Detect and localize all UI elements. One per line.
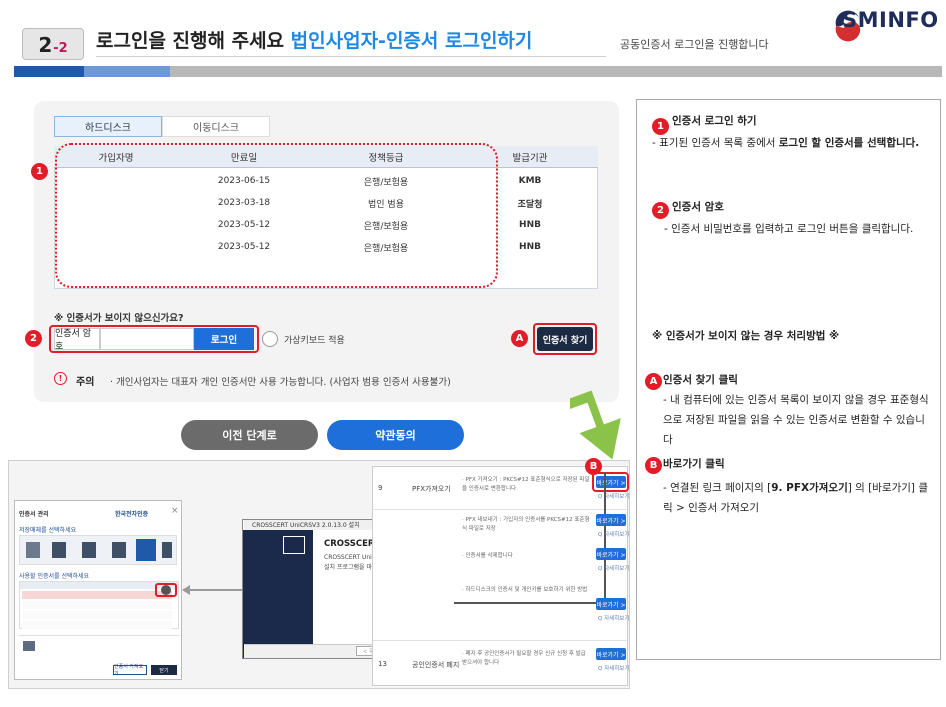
step-sub-number: -2: [53, 41, 68, 56]
cert-detail: [19, 635, 179, 655]
cert-manager-brand: 한국전자인증: [115, 511, 149, 518]
progress-bar-mid: [84, 66, 170, 77]
info-marker-b: B: [645, 457, 662, 474]
shortcut-button[interactable]: 바로가기 >: [596, 598, 626, 610]
cert-missing-question: ※ 인증서가 보이지 않으신가요?: [54, 313, 184, 324]
marker-1: 1: [31, 163, 48, 180]
tool-row-desc: · 하드디스크의 인증서 및 개인키를 보호하기 위한 방법: [462, 587, 588, 593]
detail-link[interactable]: Q 자세히보기: [598, 564, 629, 572]
marker-2: 2: [25, 330, 42, 347]
cert-manager-title: 인증서 관리: [19, 511, 49, 518]
notice-title: 주의: [76, 377, 95, 388]
tool-row-desc: · PFX 가져오기 : PKCS#12 표준형식으로 저장된 파일을 인증서로…: [462, 477, 590, 492]
tab-harddisk[interactable]: 하드디스크: [54, 116, 162, 137]
browser-storage-icon[interactable]: [136, 539, 156, 561]
info-marker-2: 2: [652, 202, 669, 219]
removable-icon[interactable]: [52, 542, 66, 558]
media-selector: [19, 535, 177, 565]
detail-link[interactable]: Q 자세히보기: [598, 664, 629, 672]
cert-section-title: 사용할 인증서를 선택하세요: [19, 573, 90, 580]
title-underline: [96, 56, 606, 57]
cert-list-mini-row[interactable]: [22, 591, 172, 599]
cert-list-mini-row[interactable]: [22, 621, 172, 629]
cert-list-highlight: [55, 143, 498, 288]
login-button[interactable]: 로그인: [194, 328, 254, 350]
media-section-title: 저장매체를 선택하세요: [19, 527, 77, 534]
virtual-keyboard-label: 가상키보드 적용: [284, 336, 345, 346]
dialog-close-button[interactable]: 닫기: [151, 665, 177, 675]
stepB-text-pre: - 연결된 링크 페이지의 [: [663, 482, 772, 494]
notice-text: · 개인사업자는 대표자 개인 인증서만 사용 가능합니다. (사업자 범용 인…: [110, 377, 451, 388]
cert-icon: [23, 641, 35, 651]
password-label: 인증서 암호: [54, 328, 100, 352]
tool-row-name: 공인인증서 폐지: [412, 661, 460, 669]
marker-b: B: [585, 458, 602, 475]
step1-title: 인증서 로그인 하기: [672, 115, 757, 127]
password-input[interactable]: [100, 328, 194, 350]
import-icon[interactable]: [161, 585, 171, 595]
stepB-text-bold: 9. PFX가져오기: [771, 482, 848, 494]
title-main: 로그인을 진행해 주세요: [96, 30, 285, 52]
logo-text: SMINFO: [842, 8, 939, 32]
step-number: 2: [38, 33, 53, 57]
stepA-text: - 내 컴퓨터에 있는 인증서 목록이 보이지 않을 경우 표준형식으로 저장된…: [663, 394, 929, 446]
tool-row-desc: · 폐지 후 공인인증서가 필요할 경우 신규 신청 후 발급받으셔야 합니다: [462, 651, 586, 666]
shortcut-button[interactable]: 바로가기 >: [596, 648, 626, 660]
step1-text-pre: - 표기된 인증서 목록 중에서: [652, 137, 779, 149]
find-cert-button[interactable]: 인증서 찾기: [537, 327, 593, 351]
tool-row-num: 13: [378, 660, 387, 668]
step2-text: - 인증서 비밀번호를 입력하고 로그인 버튼을 클릭합니다.: [664, 223, 914, 235]
title-accent: 법인사업자-인증서 로그인하기: [290, 30, 533, 52]
warning-icon: !: [54, 372, 67, 385]
detail-link[interactable]: Q 자세히보기: [598, 530, 629, 538]
step1-text-bold: 로그인 할 인증서를 선택합니다.: [778, 137, 920, 149]
shortcut-button[interactable]: 바로가기 >: [596, 548, 626, 560]
tool-row-num: 9: [378, 484, 383, 492]
phone-icon[interactable]: [162, 542, 172, 558]
tool-row-name: PFX가져오기: [412, 485, 451, 493]
page-subtitle: 공동인증서 로그인을 진행합니다: [620, 38, 769, 51]
progress-bar-rest: [170, 66, 942, 77]
cert-manager-dialog: 인증서 관리 한국전자인증 × 저장매체를 선택하세요 사용할 인증서를 선택하…: [14, 500, 182, 680]
connector-arrow-icon: [182, 585, 190, 595]
shortcut-highlight: [592, 472, 629, 492]
close-icon[interactable]: ×: [171, 506, 179, 516]
step-badge: 2 -2: [22, 28, 84, 60]
info-marker-a: A: [645, 373, 662, 390]
step1-text: - 표기된 인증서 목록 중에서 로그인 할 인증서를 선택합니다.: [652, 133, 922, 153]
detail-link[interactable]: Q 자세히보기: [598, 492, 629, 500]
detail-link[interactable]: Q 자세히보기: [598, 614, 629, 622]
tool-row-desc: · 인증서를 삭제합니다: [462, 553, 513, 559]
terms-agree-button[interactable]: 약관동의: [327, 420, 464, 450]
stepB-title: 바로가기 클릭: [663, 458, 725, 470]
stepA-title: 인증서 찾기 클릭: [663, 374, 738, 386]
down-arrow-icon: [570, 390, 621, 460]
missing-cert-notice: ※ 인증서가 보이지 않는 경우 처리방법 ※: [652, 330, 840, 342]
harddisk-icon[interactable]: [26, 542, 40, 558]
cert-list-mini-row[interactable]: [22, 611, 172, 619]
connector-horizontal: [454, 602, 606, 604]
step2-title: 인증서 암호: [672, 201, 724, 213]
token-icon[interactable]: [82, 542, 96, 558]
progress-bar-dark: [14, 66, 84, 77]
tool-row-desc: · PFX 내보내기 : 가입자의 인증서를 PKCS#12 표준형식 파일로 …: [462, 517, 590, 532]
cert-list-mini-row[interactable]: [22, 601, 172, 609]
cert-import-button[interactable]: 인증서 가져오기: [113, 664, 147, 677]
stepB-text: - 연결된 링크 페이지의 [9. PFX가져오기] 의 [바로가기] 클릭 >…: [663, 478, 933, 518]
marker-a: A: [511, 330, 528, 347]
connector-vertical: [604, 472, 606, 604]
shortcut-button[interactable]: 바로가기 >: [596, 514, 626, 526]
virtual-keyboard-radio[interactable]: [262, 331, 278, 347]
page-title: 로그인을 진행해 주세요 법인사업자-인증서 로그인하기: [96, 26, 532, 53]
tool-row-divider: [373, 640, 627, 641]
installer-icon: [283, 536, 305, 554]
smartcard-icon[interactable]: [112, 542, 126, 558]
tab-removable-disk[interactable]: 이동디스크: [162, 116, 270, 137]
connector-line: [186, 589, 242, 591]
prev-step-button[interactable]: 이전 단계로: [181, 420, 318, 450]
